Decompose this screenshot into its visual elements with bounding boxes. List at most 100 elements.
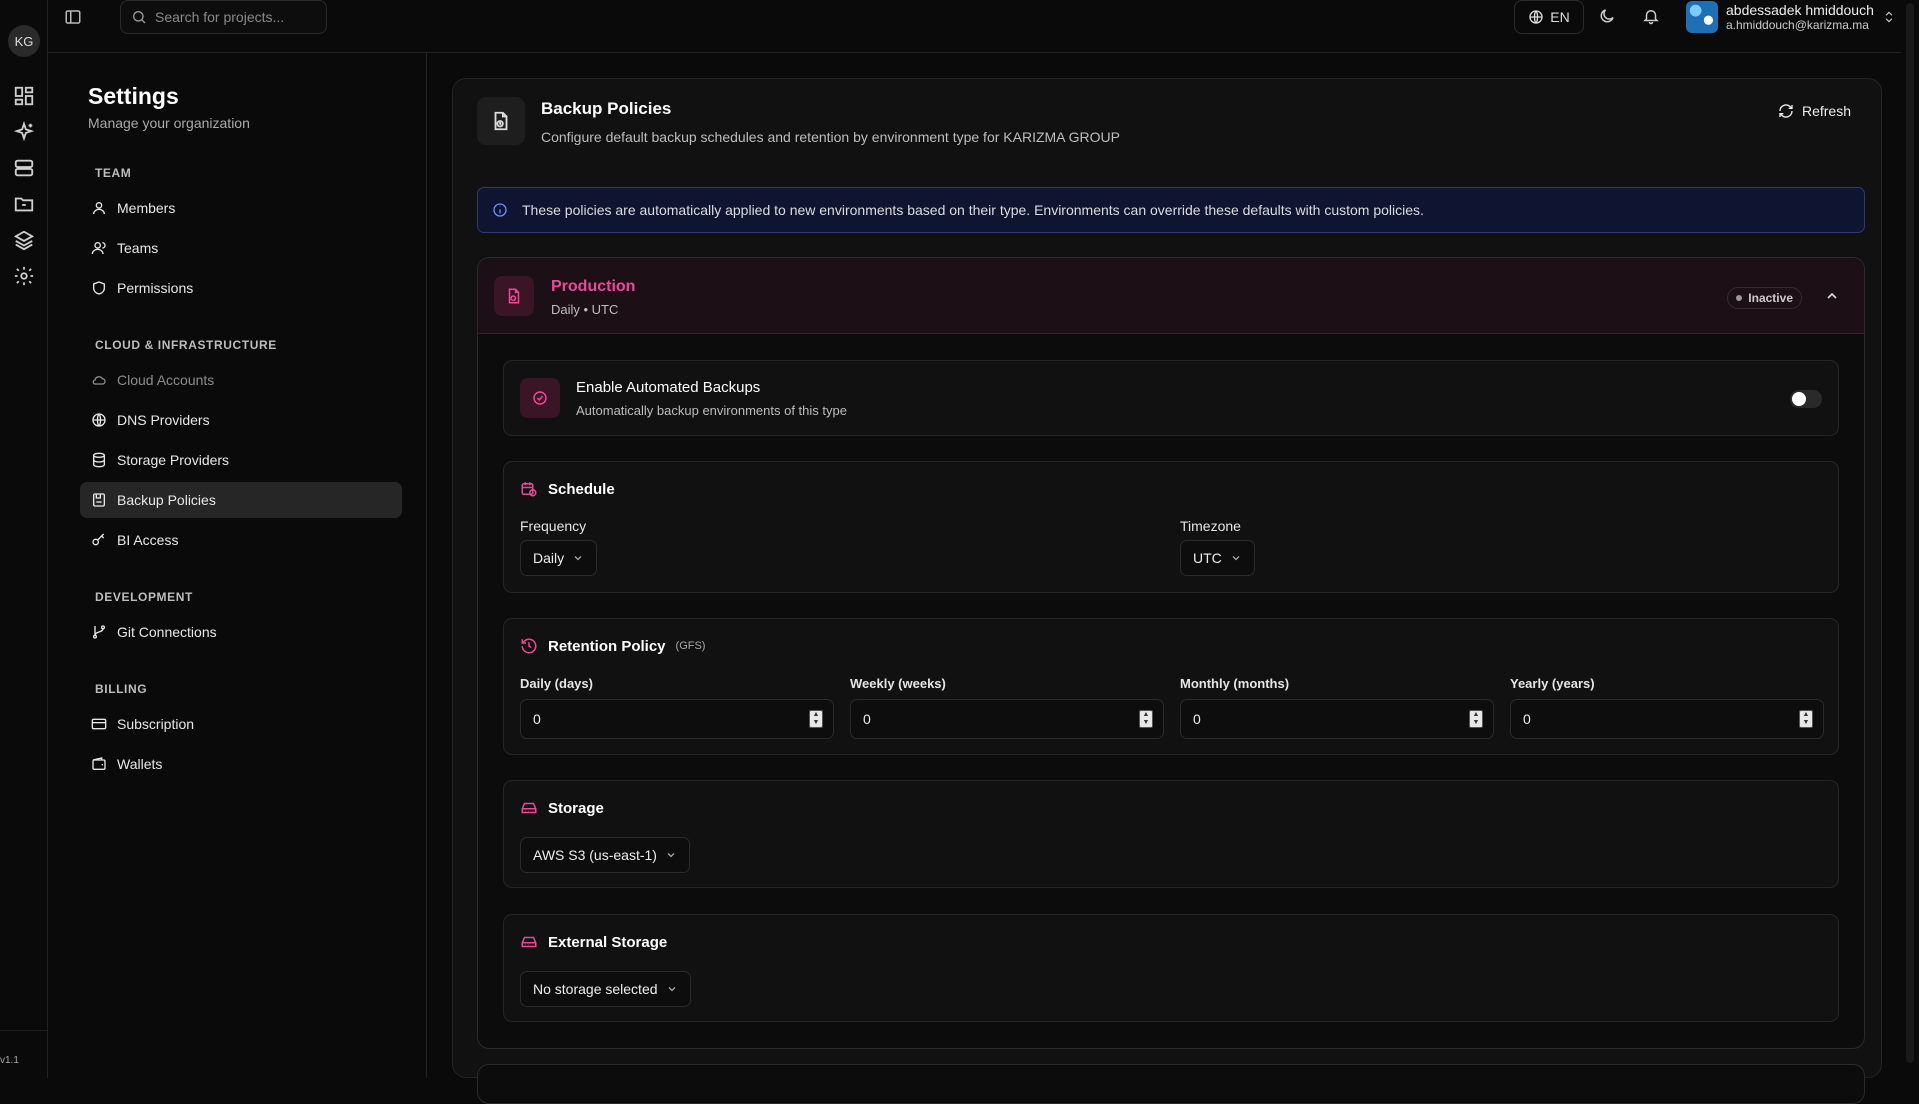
storage-select[interactable]: AWS S3 (us-east-1) (520, 837, 690, 873)
timezone-value: UTC (1193, 550, 1222, 566)
nav-label: Members (117, 200, 176, 216)
automated-backups-title: Enable Automated Backups (576, 379, 761, 396)
number-spinner-icon[interactable]: ▲ ▼ (1469, 710, 1483, 728)
storage-heading: Storage (520, 799, 604, 817)
org-avatar[interactable]: KG (8, 25, 40, 57)
section-team: TEAM (95, 166, 132, 180)
status-dot (1736, 295, 1743, 301)
dashboard-icon[interactable] (13, 85, 35, 107)
external-storage-title: External Storage (548, 933, 668, 951)
settings-sidebar: Settings Manage your organization TEAM M… (48, 53, 427, 1078)
policy-header[interactable]: Production Daily • UTC Inactive (478, 258, 1864, 334)
cloud-icon (92, 376, 106, 385)
frequency-select[interactable]: Daily (520, 540, 598, 576)
retention-yearly-label: Yearly (years) (1510, 676, 1595, 691)
retention-tag: (GFS) (675, 640, 706, 652)
chevron-down-icon (574, 556, 582, 561)
retention-daily-input[interactable]: 0 ▲ ▼ (520, 699, 834, 739)
policy-meta: Daily • UTC (551, 302, 619, 317)
external-storage-card: External Storage No storage selected (503, 914, 1839, 1022)
automated-backups-card: Enable Automated Backups Automatically b… (503, 360, 1839, 436)
retention-monthly-value: 0 (1193, 711, 1201, 727)
next-policy-card[interactable] (477, 1064, 1865, 1104)
user-menu[interactable]: abdessadek hmiddouch a.hmiddouch@karizma… (1686, 0, 1896, 34)
schedule-title: Schedule (548, 480, 615, 498)
nav-item-permissions[interactable]: Permissions (80, 270, 402, 306)
chevron-updown-icon (1885, 11, 1893, 23)
frequency-value: Daily (533, 550, 565, 566)
settings-title: Settings (88, 83, 179, 109)
page-scrollbar[interactable] (1901, 0, 1919, 1078)
page-description: Configure default backup schedules and r… (541, 129, 1120, 145)
search-input[interactable] (155, 9, 315, 25)
nav-item-dns-providers[interactable]: DNS Providers (80, 402, 402, 438)
credit-card-icon (91, 718, 107, 730)
hard-drive-icon (521, 936, 537, 948)
calendar-clock-icon (521, 482, 537, 497)
retention-yearly-input[interactable]: 0 ▲ ▼ (1510, 699, 1824, 739)
rail-divider (0, 1030, 47, 1031)
globe-icon (92, 413, 106, 427)
retention-weekly-input[interactable]: 0 ▲ ▼ (850, 699, 1164, 739)
automated-backups-toggle[interactable] (1790, 390, 1822, 408)
nav-label: Subscription (117, 716, 195, 732)
nav-label: Teams (117, 240, 159, 256)
retention-daily-value: 0 (533, 711, 541, 727)
number-spinner-icon[interactable]: ▲ ▼ (1139, 710, 1153, 728)
policy-file-icon (494, 276, 534, 316)
nav-item-teams[interactable]: Teams (80, 230, 402, 266)
chevron-down-icon (668, 987, 675, 992)
refresh-button[interactable]: Refresh (1778, 103, 1851, 119)
page-title: Backup Policies (541, 99, 672, 118)
settings-gear-icon[interactable] (13, 265, 35, 287)
nav-item-storage-providers[interactable]: Storage Providers (80, 442, 402, 478)
chevron-up-icon[interactable] (1824, 288, 1840, 304)
folder-icon[interactable] (13, 193, 35, 215)
user-avatar (1686, 1, 1718, 33)
schedule-card: Schedule Frequency Daily Timezone UTC (503, 461, 1839, 593)
frequency-label: Frequency (520, 518, 587, 534)
user-email: a.hmiddouch@karizma.ma (1726, 18, 1869, 32)
layers-icon[interactable] (13, 229, 35, 251)
status-label: Inactive (1748, 291, 1793, 305)
nav-item-backup-policies[interactable]: Backup Policies (80, 482, 402, 518)
scrollbar-thumb[interactable] (1906, 3, 1914, 1063)
external-storage-select[interactable]: No storage selected (520, 971, 691, 1007)
nav-label: BI Access (117, 532, 179, 548)
nav-label: DNS Providers (117, 412, 210, 428)
nav-item-bi-access[interactable]: BI Access (80, 522, 402, 558)
nav-item-git-connections[interactable]: Git Connections (80, 614, 402, 650)
user-icon (93, 202, 105, 215)
number-spinner-icon[interactable]: ▲ ▼ (809, 710, 823, 728)
section-development: DEVELOPMENT (95, 590, 193, 604)
notifications-bell-icon[interactable] (1642, 7, 1662, 27)
sparkles-icon[interactable] (13, 121, 35, 143)
nav-item-cloud-accounts[interactable]: Cloud Accounts (80, 362, 402, 398)
sidebar-toggle-icon[interactable] (64, 8, 86, 26)
number-spinner-icon[interactable]: ▲ ▼ (1799, 710, 1813, 728)
language-label: EN (1550, 9, 1570, 25)
nav-item-subscription[interactable]: Subscription (80, 706, 402, 742)
key-icon (92, 533, 105, 546)
search-box[interactable] (120, 0, 327, 34)
section-cloud-infrastructure: CLOUD & INFRASTRUCTURE (95, 338, 277, 352)
theme-toggle-moon-icon[interactable] (1598, 7, 1618, 27)
timezone-select[interactable]: UTC (1180, 540, 1255, 576)
timezone-label: Timezone (1180, 518, 1241, 534)
language-selector[interactable]: EN (1514, 0, 1584, 34)
external-storage-heading: External Storage (520, 933, 667, 951)
nav-item-members[interactable]: Members (80, 190, 402, 226)
info-icon (493, 203, 507, 217)
retention-heading: Retention Policy (GFS) (520, 637, 705, 655)
backup-policies-file-icon (477, 97, 525, 145)
retention-monthly-input[interactable]: 0 ▲ ▼ (1180, 699, 1494, 739)
nav-item-wallets[interactable]: Wallets (80, 746, 402, 782)
icon-rail: KG v1.1 (0, 0, 48, 1078)
hard-drive-icon (521, 802, 537, 814)
top-bar: EN abdessadek hmiddouch a.hmiddouch@kari… (48, 0, 1919, 53)
backup-policies-panel: Backup Policies Configure default backup… (452, 78, 1882, 1104)
server-icon[interactable] (13, 157, 35, 179)
retention-weekly-value: 0 (863, 711, 871, 727)
nav-label: Wallets (117, 756, 163, 772)
info-text: These policies are automatically applied… (522, 202, 1424, 218)
